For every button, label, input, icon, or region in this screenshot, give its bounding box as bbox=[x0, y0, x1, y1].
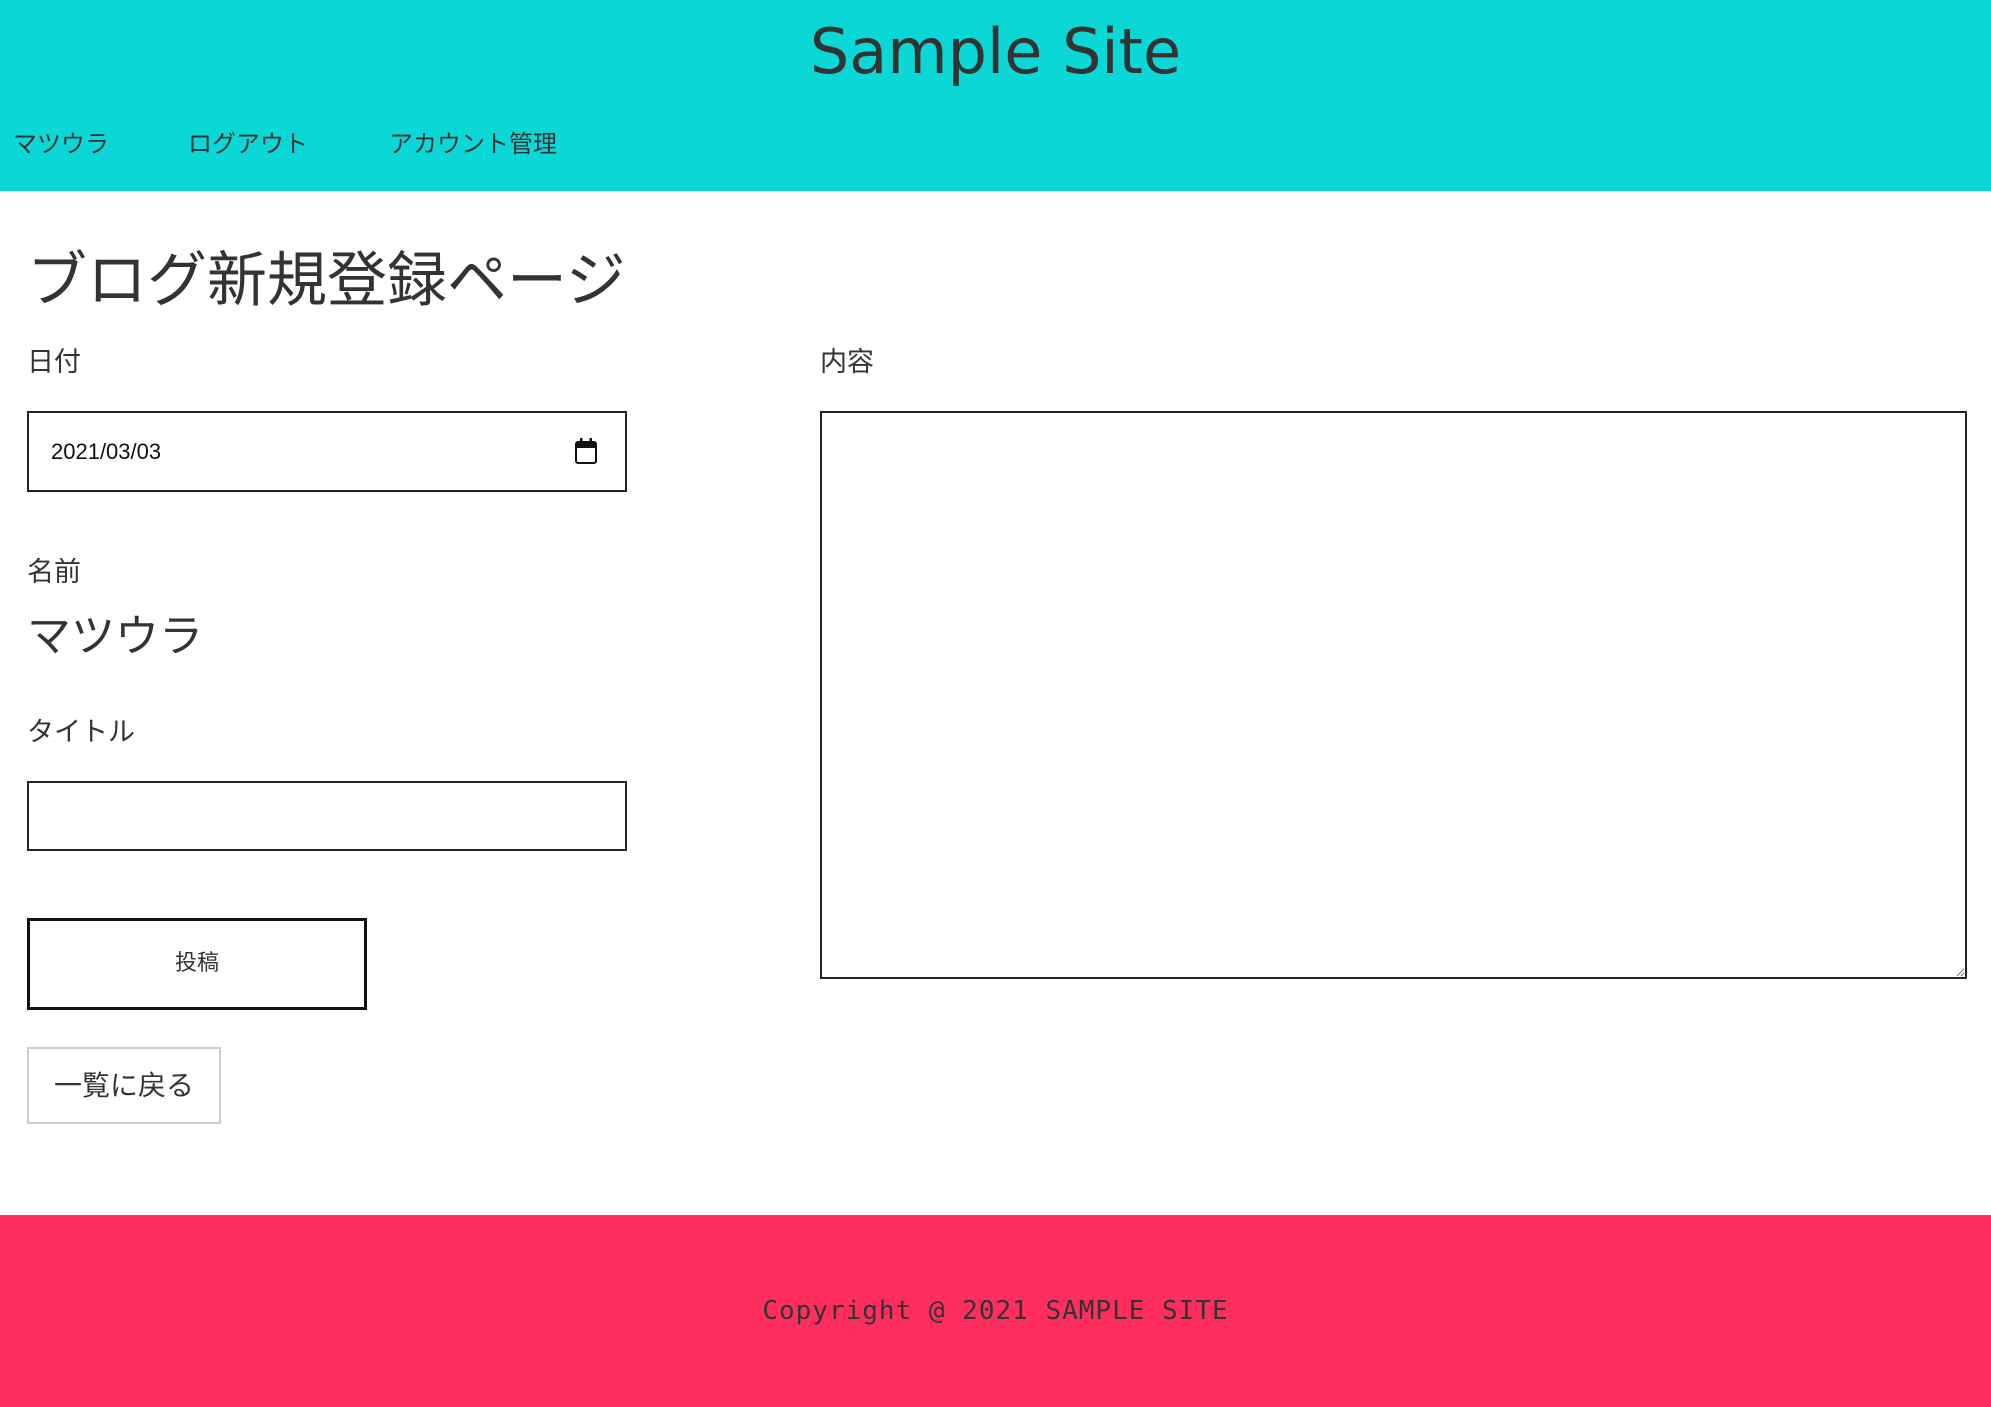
title-label: タイトル bbox=[27, 717, 135, 748]
submit-button[interactable]: 投稿 bbox=[27, 918, 367, 1010]
page-title: ブログ新規登録ページ bbox=[27, 246, 626, 316]
name-value: マツウラ bbox=[27, 611, 203, 662]
copyright-text: Copyright @ 2021 SAMPLE SITE bbox=[762, 1296, 1229, 1326]
back-to-list-button[interactable]: 一覧に戻る bbox=[27, 1047, 221, 1124]
site-footer: Copyright @ 2021 SAMPLE SITE bbox=[0, 1215, 1991, 1407]
content-textarea[interactable] bbox=[820, 411, 1967, 979]
nav-item-logout[interactable]: ログアウト bbox=[188, 126, 308, 162]
date-field[interactable]: 2021/03/03 bbox=[27, 411, 627, 492]
name-label: 名前 bbox=[27, 557, 81, 588]
date-value[interactable]: 2021/03/03 bbox=[51, 435, 161, 469]
content-label: 内容 bbox=[820, 347, 874, 378]
title-input[interactable] bbox=[27, 781, 627, 851]
main-content: ブログ新規登録ページ 日付 2021/03/03 名前 マツウラ タイトル 投稿… bbox=[0, 191, 1991, 1215]
nav-item-account[interactable]: アカウント管理 bbox=[389, 126, 557, 162]
date-label: 日付 bbox=[27, 347, 81, 378]
site-title: Sample Site bbox=[809, 15, 1182, 88]
calendar-icon[interactable] bbox=[575, 438, 597, 464]
nav-item-user[interactable]: マツウラ bbox=[13, 126, 109, 162]
site-header: Sample Site マツウラ ログアウト アカウント管理 bbox=[0, 0, 1991, 191]
